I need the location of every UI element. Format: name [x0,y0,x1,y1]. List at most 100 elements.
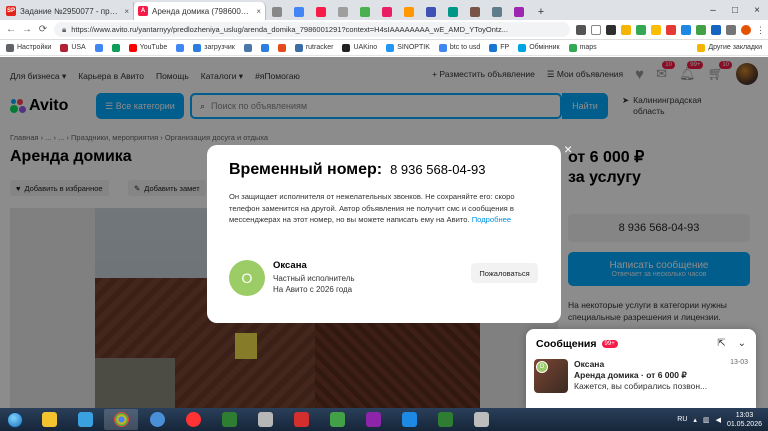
extension-icon[interactable] [666,24,676,35]
taskbar-app[interactable] [392,409,426,430]
vk-icon [243,43,252,52]
key-icon[interactable] [576,24,586,35]
drive-icon [111,43,120,52]
maximize-button[interactable]: □ [724,0,746,20]
taskbar-app[interactable] [212,409,246,430]
browser-tab[interactable]: SP Задание №2950077 - просмотр з × [2,2,134,20]
bookmark-item[interactable] [176,43,185,52]
taskbar-app[interactable] [356,409,390,430]
chevron-down-icon[interactable]: ⌄ [738,338,746,349]
browser-tab-pinned[interactable] [508,4,530,20]
bookmark-item[interactable]: Обмінник [518,43,560,52]
messages-widget-header: Сообщения 99+ [536,338,618,350]
close-window-button[interactable]: × [746,0,768,20]
browser-tab-pinned[interactable] [310,4,332,20]
clock-date: 01.05.2026 [726,420,762,428]
more-info-link[interactable]: Подробнее [472,215,511,224]
taskbar-app[interactable] [248,409,282,430]
close-tab-icon[interactable]: × [124,7,129,16]
bookmark-item[interactable]: SINOPTIK [386,43,430,52]
language-indicator[interactable]: RU [677,416,687,423]
url-field[interactable]: 🔒︎ https://www.avito.ru/yantarnyy/predlo… [54,22,570,37]
seller-avatar[interactable]: О [229,260,265,296]
bookmark-item[interactable] [111,43,120,52]
close-icon[interactable]: × [564,141,572,157]
browser-tab-pinned[interactable] [376,4,398,20]
browser-tab-pinned[interactable] [464,4,486,20]
chat-date: 13-03 [730,359,748,366]
maps-icon [568,43,577,52]
bookmark-item[interactable] [277,43,286,52]
clock[interactable]: 13:03 01.05.2026 [727,411,762,429]
browser-tab-pinned[interactable] [398,4,420,20]
complain-button[interactable]: Пожаловаться [471,263,538,283]
taskbar-app[interactable] [428,409,462,430]
folder-icon [41,412,57,427]
bookmark-item[interactable]: USA [60,43,86,52]
bookmark-item[interactable] [260,43,269,52]
expand-icon[interactable]: ⇱ [717,338,725,349]
volume-icon[interactable]: ◀︎ [716,416,721,424]
bookmark-item[interactable]: YouTube [128,43,167,52]
messages-widget-controls: ⇱ ⌄ [717,338,746,349]
taskbar-app[interactable] [68,409,102,430]
browser-tab-pinned[interactable] [486,4,508,20]
extension-icon[interactable] [711,24,721,35]
browser-tab-pinned[interactable] [354,4,376,20]
extension-icon[interactable] [696,24,706,35]
temporary-phone-number[interactable]: 8 936 568-04-93 [390,162,485,177]
taskbar-yandex[interactable] [176,409,210,430]
browser-tab-pinned[interactable] [266,4,288,20]
google-icon [94,43,103,52]
bookmark-star-icon[interactable] [591,24,601,35]
start-button[interactable] [0,408,30,431]
messages-widget-title: Сообщения [536,338,597,350]
bookmark-folder[interactable]: Другие закладки [697,43,762,52]
minimize-button[interactable]: – [702,0,724,20]
menu-dots-icon[interactable]: ⋮ [756,24,765,35]
browser-tab-pinned[interactable] [442,4,464,20]
browser-tab-pinned[interactable] [288,4,310,20]
extension-icon[interactable] [681,24,691,35]
windows-logo-icon [7,411,23,428]
reload-icon[interactable]: ⟳ [38,24,48,35]
yandex-icon [185,412,201,427]
bookmark-item[interactable]: Настройки [6,43,51,52]
browser-tab-active[interactable]: A Аренда домика (7986001291) × [134,2,266,20]
bookmark-item[interactable]: UAKino [342,43,377,52]
profile-icon[interactable] [741,24,751,35]
extension-icon[interactable] [621,24,631,35]
browser-tab-pinned[interactable] [332,4,354,20]
taskbar-app[interactable] [320,409,354,430]
taskbar-app[interactable] [464,409,498,430]
bookmark-item[interactable]: maps [568,43,597,52]
taskbar-explorer[interactable] [32,409,66,430]
app-icon [365,412,381,427]
close-tab-icon[interactable]: × [256,7,261,16]
new-tab-button[interactable]: + [530,4,552,20]
network-icon[interactable]: ▥ [703,416,710,424]
extension-icon[interactable] [651,24,661,35]
bookmark-item[interactable]: загрузчик [193,43,235,52]
back-icon[interactable]: ← [6,24,16,35]
browser-tab-pinned[interactable] [420,4,442,20]
google-icon [438,43,447,52]
tab-favicon: SP [6,6,16,16]
taskbar-app[interactable] [284,409,318,430]
bookmark-item[interactable]: FP [489,43,509,52]
taskbar-chrome[interactable] [104,409,138,430]
seller-name[interactable]: Оксана [273,260,355,271]
extension-icon[interactable] [636,24,646,35]
bookmark-item[interactable]: btc to usd [438,43,480,52]
bookmark-item[interactable]: rutracker [294,43,333,52]
globe-icon [149,412,165,427]
extension-icon[interactable] [606,24,616,35]
seller-card[interactable]: О Оксана Частный исполнитель На Авито с … [229,260,355,296]
bookmark-item[interactable] [94,43,103,52]
bookmark-item[interactable] [243,43,252,52]
forward-icon[interactable]: → [22,24,32,35]
taskbar-app[interactable] [140,409,174,430]
chat-list-item[interactable]: О Оксана Аренда домика · от 6 000 ₽ Каже… [534,359,748,403]
tray-arrow-icon[interactable]: ▴ [693,416,697,424]
extension-icon[interactable] [726,24,736,35]
